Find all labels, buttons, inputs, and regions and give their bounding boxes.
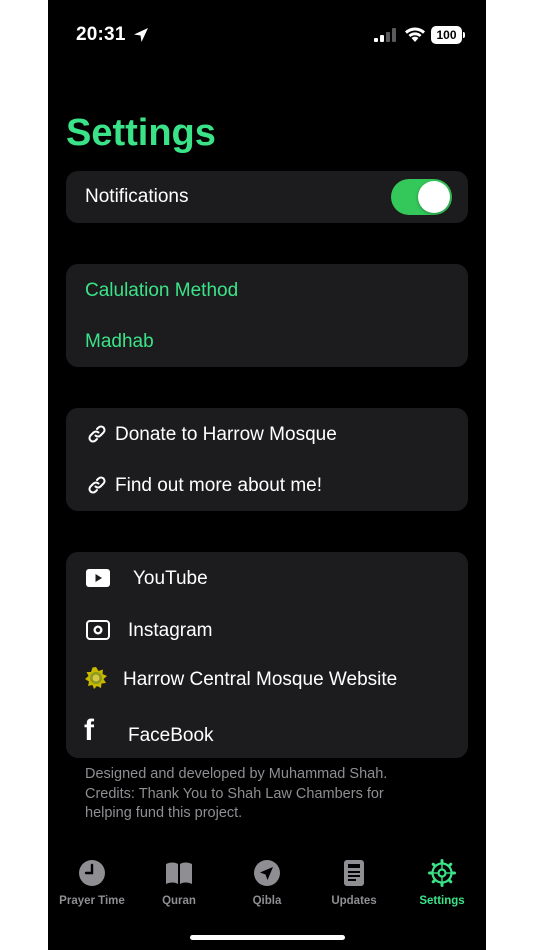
youtube-label: YouTube [133, 567, 208, 589]
battery-level: 100 [431, 26, 462, 44]
instagram-row[interactable]: Instagram [66, 605, 468, 656]
clock-icon [79, 860, 105, 886]
tab-settings[interactable]: Settings [398, 848, 486, 918]
tab-qibla[interactable]: Qibla [223, 848, 311, 918]
tab-label: Prayer Time [59, 895, 125, 907]
credits-line: Designed and developed by Muhammad Shah. [85, 766, 388, 782]
mosque-logo-icon [85, 667, 107, 689]
youtube-row[interactable]: YouTube [66, 553, 468, 604]
calculation-method-label: Calulation Method [85, 279, 239, 301]
tab-bar: Prayer Time Quran Qibla Updates Settings [48, 848, 486, 918]
page-title: Settings [66, 112, 216, 154]
facebook-label: FaceBook [128, 724, 214, 746]
website-label: Harrow Central Mosque Website [123, 668, 398, 690]
tab-label: Quran [162, 895, 196, 907]
credits-line: Credits: Thank You to Shah Law Chambers … [85, 785, 384, 802]
credits-text: Designed and developed by Muhammad Shah.… [85, 765, 445, 824]
link-icon [88, 425, 106, 443]
gear-icon [428, 859, 456, 887]
battery-indicator: 100 [431, 26, 465, 44]
youtube-icon [86, 569, 110, 587]
donate-link-row[interactable]: Donate to Harrow Mosque [66, 409, 468, 460]
social-card: YouTube Instagram Harrow Central Mosque … [66, 552, 468, 758]
notifications-toggle[interactable] [391, 179, 452, 215]
madhab-row[interactable]: Madhab [66, 316, 468, 367]
tab-prayer-time[interactable]: Prayer Time [48, 848, 136, 918]
calculation-card: Calulation Method Madhab [66, 264, 468, 367]
tab-label: Updates [331, 895, 377, 907]
tab-label: Settings [419, 895, 465, 907]
calculation-method-row[interactable]: Calulation Method [66, 265, 468, 316]
home-indicator[interactable] [190, 935, 345, 940]
about-link-row[interactable]: Find out more about me! [66, 460, 468, 511]
madhab-label: Madhab [85, 330, 154, 352]
compass-arrow-icon [254, 860, 280, 886]
website-row[interactable]: Harrow Central Mosque Website [66, 654, 468, 705]
status-time: 20:31 [76, 24, 126, 45]
book-icon [166, 862, 192, 884]
facebook-row[interactable]: f FaceBook [66, 710, 468, 761]
link-icon [88, 476, 106, 494]
notifications-label: Notifications [85, 185, 189, 207]
cellular-signal-icon [374, 28, 396, 42]
location-arrow-icon [134, 28, 148, 42]
notifications-card: Notifications [66, 171, 468, 223]
facebook-icon: f [84, 714, 94, 747]
phone-screen: 20:31 100 Settings Notifications Calulat… [48, 0, 486, 950]
tab-updates[interactable]: Updates [310, 848, 398, 918]
instagram-icon [86, 620, 110, 640]
about-link-label: Find out more about me! [115, 474, 322, 496]
toggle-knob [418, 181, 450, 213]
tab-quran[interactable]: Quran [135, 848, 223, 918]
status-bar: 20:31 100 [48, 0, 486, 70]
tab-label: Qibla [252, 895, 282, 907]
instagram-label: Instagram [128, 619, 213, 641]
links-card: Donate to Harrow Mosque Find out more ab… [66, 408, 468, 511]
donate-link-label: Donate to Harrow Mosque [115, 423, 337, 445]
wifi-icon [405, 27, 425, 42]
newspaper-icon [344, 860, 364, 886]
credits-line: helping fund this project. [85, 805, 243, 821]
battery-cap [463, 32, 465, 38]
